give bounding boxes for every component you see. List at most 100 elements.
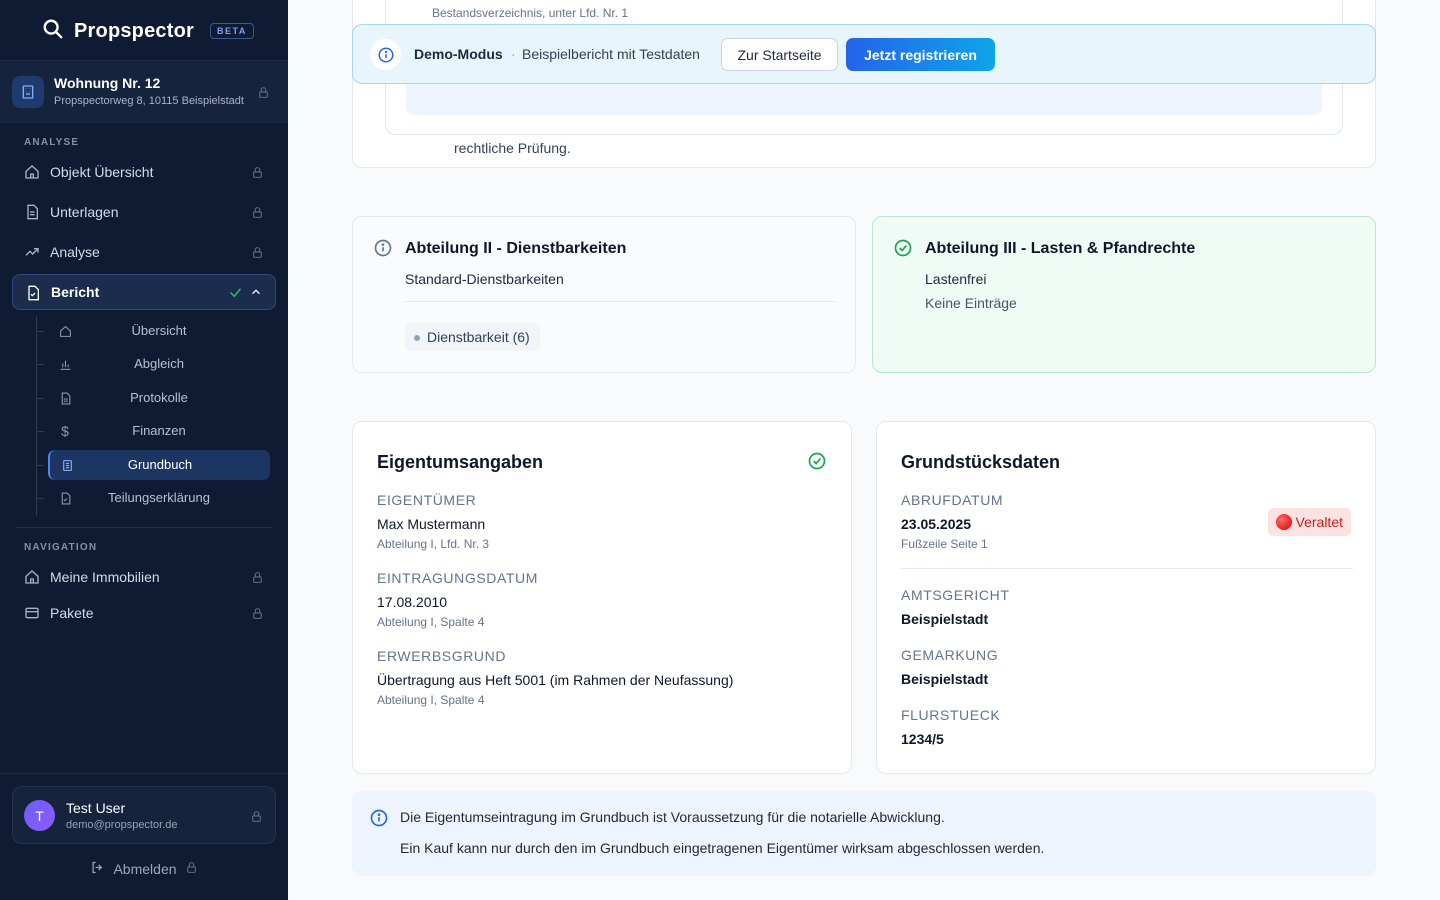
sidebar-item-objekt-uebersicht[interactable]: Objekt Übersicht bbox=[12, 154, 276, 190]
abteilung3-note: Keine Einträge bbox=[925, 295, 1017, 311]
avatar: T bbox=[24, 800, 55, 831]
subnav-item-grundbuch[interactable]: Grundbuch bbox=[48, 450, 270, 480]
home-icon bbox=[24, 164, 40, 180]
info-icon bbox=[369, 808, 389, 828]
property-address: Propspectorweg 8, 10115 Beispielstadt bbox=[54, 95, 244, 107]
lock-icon bbox=[256, 85, 270, 99]
field-label: Flurstueck bbox=[901, 707, 1001, 723]
eigentum-card: Eigentumsangaben Eigentümer Max Musterma… bbox=[352, 421, 852, 774]
building-icon bbox=[12, 76, 44, 108]
divider bbox=[405, 301, 835, 302]
sidebar-item-label: Meine Immobilien bbox=[50, 569, 160, 585]
status-badge: Veraltet bbox=[1267, 508, 1351, 536]
subnav-item-protokolle[interactable]: Protokolle bbox=[48, 383, 270, 413]
subnav-item-uebersicht[interactable]: Übersicht bbox=[48, 316, 270, 346]
demo-title: Demo-Modus bbox=[414, 46, 503, 62]
subnav-item-label: Protokolle bbox=[130, 390, 188, 405]
info-box: Die Eigentumseintragung im Grundbuch ist… bbox=[352, 791, 1376, 876]
lock-icon bbox=[250, 606, 264, 620]
lock-icon bbox=[250, 205, 264, 219]
field-label: Eigentümer bbox=[377, 492, 477, 508]
chevron-up-icon[interactable] bbox=[249, 285, 263, 304]
bestand-text: Bestandsverzeichnis, unter Lfd. Nr. 1 bbox=[432, 6, 629, 20]
property-title: Wohnung Nr. 12 bbox=[54, 75, 161, 91]
sidebar-item-label: Objekt Übersicht bbox=[50, 164, 154, 180]
sidebar: Propspector BETA Wohnung Nr. 12 Propspec… bbox=[0, 0, 288, 900]
logout-label: Abmelden bbox=[113, 861, 177, 877]
card-icon bbox=[24, 605, 40, 621]
sidebar-item-analyse[interactable]: Analyse bbox=[12, 234, 276, 270]
register-button[interactable]: Jetzt registrieren bbox=[846, 38, 995, 71]
lock-icon bbox=[249, 809, 263, 823]
brand-name: Propspector bbox=[74, 19, 195, 42]
field-value: 1234/5 bbox=[901, 731, 944, 747]
section-label-analysis: ANALYSE bbox=[24, 137, 80, 148]
field-label: Erwerbsgrund bbox=[377, 648, 507, 664]
grundstueck-card: Grundstücksdaten Abrufdatum 23.05.2025 F… bbox=[876, 421, 1376, 774]
search-icon bbox=[42, 18, 64, 45]
grundstueck-title: Grundstücksdaten bbox=[901, 452, 1061, 472]
sidebar-item-bericht[interactable]: Bericht bbox=[12, 274, 276, 310]
subnav-tick bbox=[36, 498, 44, 499]
logout-button[interactable]: Abmelden bbox=[0, 860, 288, 878]
badge-label: Veraltet bbox=[1295, 514, 1343, 530]
abteilung3-title: Abteilung III - Lasten & Pfandrechte bbox=[925, 240, 1196, 257]
lock-icon bbox=[250, 165, 264, 179]
field-note: Abteilung I, Spalte 4 bbox=[377, 615, 485, 629]
info-line-1: Die Eigentumseintragung im Grundbuch ist… bbox=[400, 809, 945, 825]
eigentum-title: Eigentumsangaben bbox=[377, 452, 544, 472]
sidebar-item-label: Unterlagen bbox=[50, 204, 119, 220]
field-label: Abrufdatum bbox=[901, 492, 1004, 508]
section-label-navigation: NAVIGATION bbox=[24, 542, 98, 553]
field-note: Fußzeile Seite 1 bbox=[901, 537, 988, 551]
user-name: Test User bbox=[66, 800, 126, 816]
field-note: Abteilung I, Spalte 4 bbox=[377, 693, 485, 707]
info-line-2: Ein Kauf kann nur durch den im Grundbuch… bbox=[400, 840, 1045, 856]
dienstbarkeit-chip[interactable]: Dienstbarkeit (6) bbox=[405, 323, 540, 351]
check-circle-icon bbox=[807, 451, 827, 471]
check-icon bbox=[228, 285, 243, 305]
abteilung3-status: Lastenfrei bbox=[925, 271, 987, 287]
sidebar-item-pakete[interactable]: Pakete bbox=[12, 595, 276, 631]
field-value: 17.08.2010 bbox=[377, 594, 448, 610]
demo-text: Beispielbericht mit Testdaten bbox=[522, 46, 700, 62]
abteilung3-card: Abteilung III - Lasten & Pfandrechte Las… bbox=[872, 216, 1376, 373]
brand[interactable]: Propspector BETA bbox=[42, 18, 254, 44]
check-circle-icon bbox=[893, 238, 913, 258]
subnav-item-label: Teilungserklärung bbox=[108, 490, 210, 505]
subnav-tick bbox=[36, 331, 44, 332]
document-icon bbox=[24, 204, 40, 220]
sidebar-item-label: Analyse bbox=[50, 244, 100, 260]
home-button[interactable]: Zur Startseite bbox=[721, 38, 838, 71]
field-label: Eintragungsdatum bbox=[377, 570, 539, 586]
demo-banner: Demo-Modus · Beispielbericht mit Testdat… bbox=[352, 24, 1376, 84]
subnav-tick bbox=[36, 431, 44, 432]
home-icon bbox=[24, 569, 40, 585]
user-card[interactable]: T Test User demo@propspector.de bbox=[12, 786, 276, 844]
subnav-item-label: Übersicht bbox=[131, 323, 187, 338]
field-value: 23.05.2025 bbox=[901, 516, 972, 532]
pruefung-text: rechtliche Prüfung. bbox=[454, 140, 571, 156]
red-circle-icon bbox=[1275, 514, 1292, 530]
field-label: Amtsgericht bbox=[901, 587, 1010, 603]
beta-badge: BETA bbox=[210, 23, 254, 39]
field-value: Übertragung aus Heft 5001 (im Rahmen der… bbox=[377, 672, 734, 688]
report-icon bbox=[25, 285, 41, 301]
subnav-item-finanzen[interactable]: $ Finanzen bbox=[48, 416, 270, 446]
property-selector[interactable]: Wohnung Nr. 12 Propspectorweg 8, 10115 B… bbox=[0, 60, 288, 123]
abteilung2-title: Abteilung II - Dienstbarkeiten bbox=[405, 240, 627, 257]
lock-icon bbox=[250, 570, 264, 584]
subnav-item-teilungserklaerung[interactable]: Teilungserklärung bbox=[48, 483, 270, 513]
subnav-item-abgleich[interactable]: Abgleich bbox=[48, 349, 270, 379]
sidebar-item-label: Bericht bbox=[51, 284, 100, 300]
sidebar-item-meine-immobilien[interactable]: Meine Immobilien bbox=[12, 559, 276, 595]
sidebar-footer-divider bbox=[0, 773, 288, 774]
sidebar-item-unterlagen[interactable]: Unterlagen bbox=[12, 194, 276, 230]
lock-icon bbox=[185, 861, 198, 877]
sidebar-divider bbox=[16, 527, 272, 528]
lock-icon bbox=[250, 245, 264, 259]
subnav-item-label: Abgleich bbox=[134, 356, 184, 371]
field-note: Abteilung I, Lfd. Nr. 3 bbox=[377, 537, 490, 551]
field-value: Beispielstadt bbox=[901, 611, 989, 627]
subnav-item-label: Finanzen bbox=[132, 423, 186, 438]
